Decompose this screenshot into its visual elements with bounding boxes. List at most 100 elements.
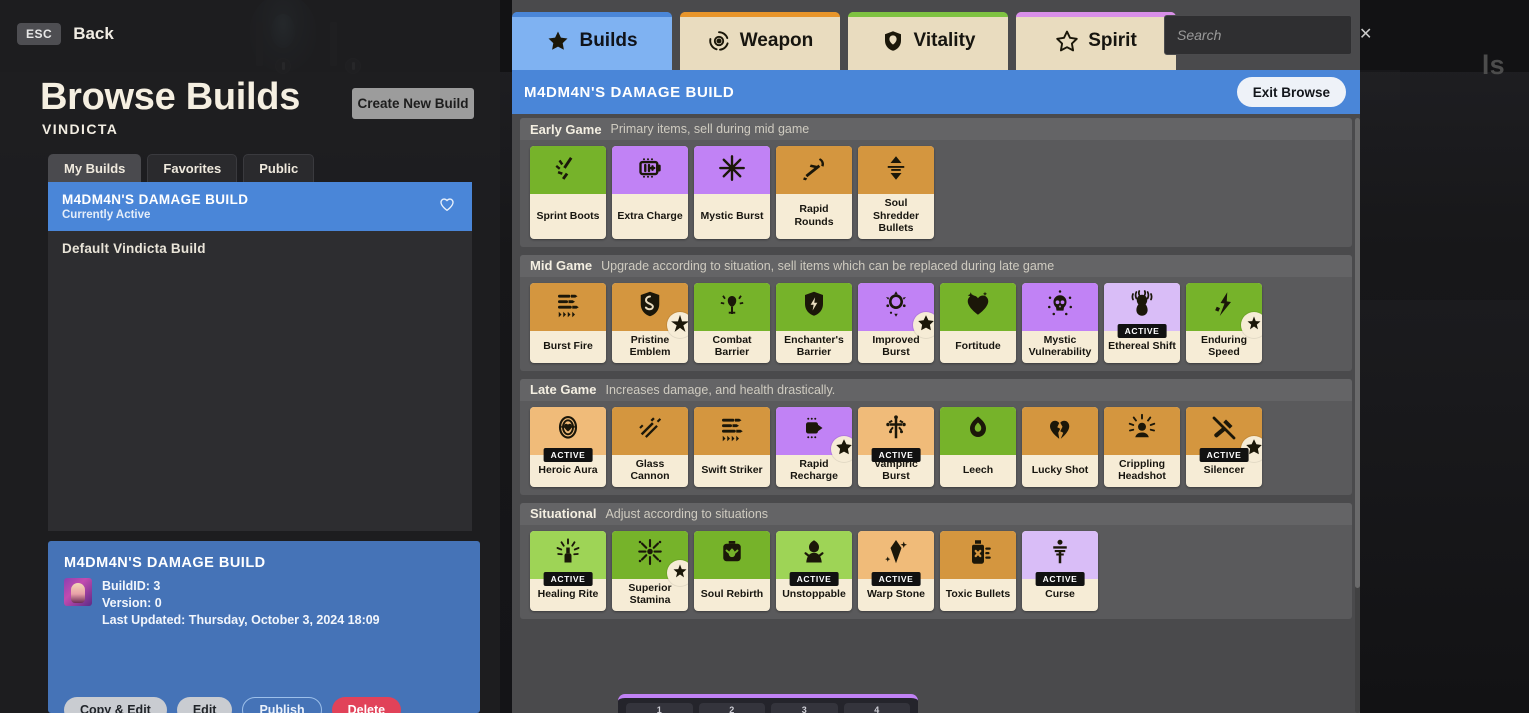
tab-builds[interactable]: Builds [512,12,672,70]
build-item[interactable]: ACTIVE Silencer [1186,406,1262,487]
ability-slot[interactable]: 1 [626,703,693,713]
build-item[interactable]: Pristine Emblem [612,282,688,363]
build-item[interactable]: Crippling Headshot [1104,406,1180,487]
build-item[interactable]: Glass Cannon [612,406,688,487]
build-item[interactable]: Improved Burst [858,282,934,363]
build-item[interactable]: ACTIVE Ethereal Shift [1104,282,1180,363]
builds-tab-favorites[interactable]: Favorites [147,154,238,182]
item-name: Enchanter's Barrier [784,333,844,359]
build-item[interactable]: Enduring Speed [1186,282,1262,363]
item-art [612,146,688,194]
build-item[interactable]: ACTIVE Healing Rite [530,530,606,611]
background-ghost-title: ls [1481,50,1505,80]
build-item[interactable]: ACTIVE Vampiric Burst [858,406,934,487]
build-item[interactable]: Soul Rebirth [694,530,770,611]
item-art [612,282,688,338]
build-item[interactable]: ACTIVE Curse [1022,530,1098,611]
build-item[interactable]: Mystic Burst [694,146,770,239]
build-item[interactable]: Rapid Recharge [776,406,852,487]
section-description: Increases damage, and health drastically… [605,382,836,397]
item-art: ACTIVE [1104,282,1180,338]
publish-button[interactable]: Publish [242,697,322,713]
tab-stripe [680,12,840,17]
item-art [940,530,1016,579]
scrollbar-thumb[interactable] [1355,118,1360,588]
builds-tab-my-builds[interactable]: My Builds [48,154,142,182]
active-badge: ACTIVE [871,571,921,586]
item-art [694,530,770,579]
section-name: Mid Game [530,258,593,273]
build-item[interactable]: Soul Shredder Bullets [858,146,934,239]
bullet-lines-icon [717,413,747,448]
ability-slot-key: 4 [874,705,880,713]
skull-rays-icon [1045,289,1075,324]
build-item[interactable]: Mystic Vulnerability [1022,282,1098,363]
build-list-item[interactable]: Default Vindicta Build [48,231,472,266]
item-art [612,530,688,586]
item-art [694,146,770,194]
lightning-leg-icon [1209,289,1239,324]
build-item[interactable]: Superior Stamina [612,530,688,611]
tab-vitality[interactable]: Vitality [848,12,1008,70]
item-name: Sprint Boots [536,209,600,222]
ability-slot[interactable]: 2 [698,703,765,713]
build-item[interactable]: Extra Charge [612,146,688,239]
build-item[interactable]: ACTIVE Warp Stone [858,530,934,611]
active-badge: ACTIVE [789,571,839,586]
ability-slot[interactable]: 4 [843,703,910,713]
back-control[interactable]: ESC Back [17,23,114,45]
edit-button[interactable]: Edit [176,697,233,713]
build-item[interactable]: Enchanter's Barrier [776,282,852,363]
build-item[interactable]: Leech [940,406,1016,487]
build-list[interactable]: M4DM4N'S DAMAGE BUILD Currently Active Def… [48,182,472,531]
build-item[interactable]: Swift Striker [694,406,770,487]
search-box[interactable]: ✕ [1164,15,1372,55]
ability-slot[interactable]: 3 [771,703,838,713]
vitality-shield-icon [881,29,905,53]
item-art [612,406,688,455]
active-badge: ACTIVE [1035,571,1085,586]
search-input[interactable] [1177,27,1359,43]
silencer-icon [1209,413,1239,448]
tab-spirit[interactable]: Spirit [1016,12,1176,70]
shield-bolt-icon [799,289,829,324]
build-header-title: M4DM4N'S DAMAGE BUILD [524,83,735,101]
build-item[interactable]: Fortitude [940,282,1016,363]
item-name: Swift Striker [701,463,763,476]
delete-button[interactable]: Delete [331,697,402,713]
exit-browse-button[interactable]: Exit Browse [1236,77,1346,107]
leech-icon [963,413,993,448]
build-item[interactable]: Toxic Bullets [940,530,1016,611]
build-item[interactable]: Sprint Boots [530,146,606,239]
item-art [776,282,852,331]
copy-edit-button[interactable]: Copy & Edit [64,697,167,713]
battery-icon [635,153,665,188]
item-modifier-icon[interactable] [667,559,688,586]
tab-stripe [848,12,1008,17]
close-icon[interactable]: ✕ [1359,27,1372,43]
build-section: Late Game Increases damage, and health dr… [520,378,1352,495]
build-item[interactable]: ACTIVE Heroic Aura [530,406,606,487]
tab-stripe [512,12,672,17]
item-art: ACTIVE [1022,530,1098,586]
item-art [776,406,852,462]
tab-label: Public [259,161,299,176]
build-item[interactable]: ACTIVE Unstoppable [776,530,852,611]
build-item[interactable]: Rapid Rounds [776,146,852,239]
builds-tab-public[interactable]: Public [243,154,315,182]
scrollbar[interactable] [1355,118,1360,713]
item-art [530,282,606,331]
item-modifier-icon[interactable] [831,435,852,462]
item-name: Glass Cannon [630,457,670,483]
item-modifier-icon[interactable] [1241,311,1262,338]
tab-weapon[interactable]: Weapon [680,12,840,70]
item-modifier-icon[interactable] [667,311,688,338]
build-item[interactable]: Burst Fire [530,282,606,363]
item-modifier-icon[interactable] [913,311,934,338]
build-list-item[interactable]: M4DM4N'S DAMAGE BUILD Currently Active [48,182,472,231]
create-new-build-button[interactable]: Create New Build [352,88,474,119]
favorite-heart-icon[interactable] [438,195,456,213]
build-item[interactable]: Lucky Shot [1022,406,1098,487]
build-item-status: Currently Active [62,209,151,221]
build-item[interactable]: Combat Barrier [694,282,770,363]
